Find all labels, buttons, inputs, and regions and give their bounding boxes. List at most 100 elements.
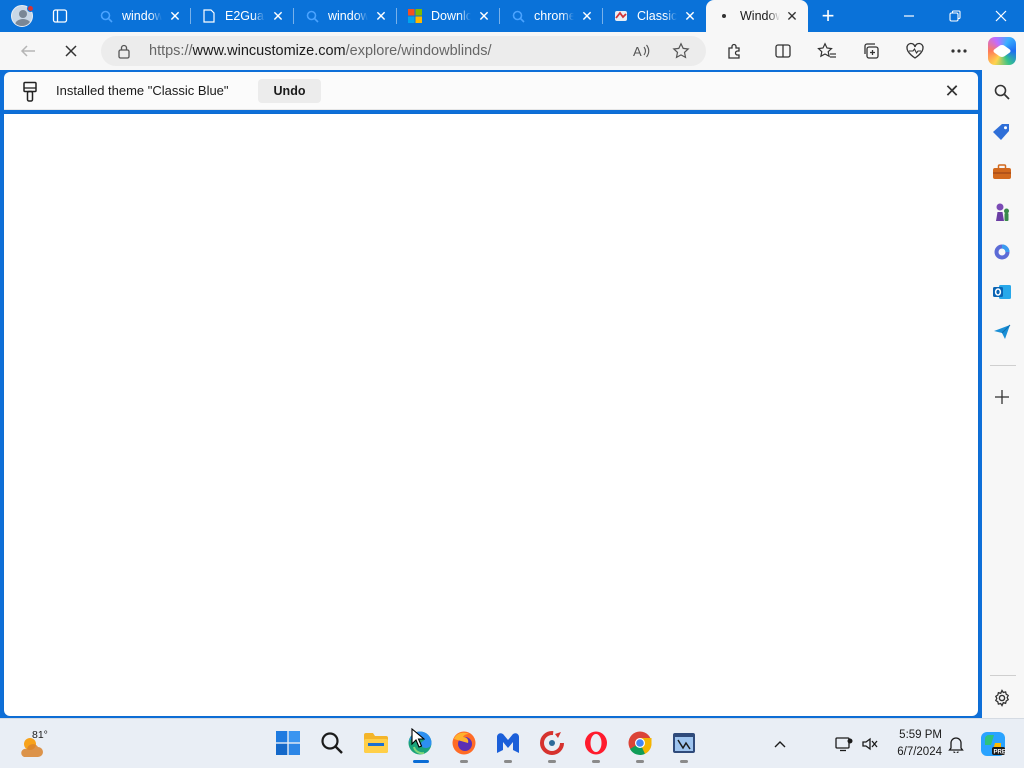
running-indicator: [680, 760, 688, 763]
windows-logo-icon: [276, 731, 300, 755]
tab-strip: windows ✕ E2Guardian ✕ windows ✕ Downloa…: [0, 0, 1024, 32]
running-indicator: [592, 760, 600, 763]
copilot-pre-icon[interactable]: PRE: [980, 731, 1006, 757]
profile-button[interactable]: [6, 0, 38, 32]
malwarebytes-icon: [497, 733, 519, 753]
tab-title: Download: [431, 9, 471, 23]
lock-icon[interactable]: [117, 43, 131, 62]
url-text[interactable]: https://www.wincustomize.com/explore/win…: [149, 43, 492, 59]
games-chess-icon[interactable]: [988, 198, 1016, 226]
tab-title: windows: [328, 9, 368, 23]
taskbar-search-button[interactable]: [314, 725, 350, 761]
sidebar-search-icon[interactable]: [988, 78, 1016, 106]
puzzle-icon: [728, 43, 740, 59]
favorites-button[interactable]: [811, 35, 843, 67]
chrome-icon: [628, 731, 652, 755]
browser-tab[interactable]: windows ✕: [88, 0, 191, 32]
active-browser-tab[interactable]: WindowBlinds ✕: [706, 0, 808, 32]
favorite-star-icon[interactable]: [669, 39, 693, 63]
running-indicator: [636, 760, 644, 763]
browser-tab[interactable]: Download ✕: [397, 0, 500, 32]
more-dots-icon: [951, 49, 967, 53]
read-aloud-icon[interactable]: A: [629, 39, 653, 63]
tab-title: WindowBlinds: [740, 9, 780, 23]
notifications-bell-icon[interactable]: [946, 734, 966, 754]
edge-sidebar: [982, 70, 1024, 718]
chrome-taskbar-button[interactable]: [622, 725, 658, 763]
heart-pulse-icon: [906, 42, 924, 59]
clock-time[interactable]: 5:59 PM: [890, 729, 942, 741]
file-explorer-button[interactable]: [358, 725, 394, 761]
notification-dot: [27, 5, 34, 12]
ccleaner-icon: [540, 731, 564, 755]
url-path: /explore/windowblinds/: [345, 43, 492, 59]
browser-toolbar: https://www.wincustomize.com/explore/win…: [0, 32, 1024, 70]
opera-taskbar-button[interactable]: [578, 725, 614, 763]
firefox-taskbar-button[interactable]: [446, 725, 482, 763]
browser-tab[interactable]: windows ✕: [294, 0, 397, 32]
search-icon: [510, 8, 526, 24]
tools-briefcase-icon[interactable]: [988, 158, 1016, 186]
extensions-button[interactable]: [719, 35, 751, 67]
svg-text:A: A: [633, 44, 642, 59]
collections-icon: [864, 43, 879, 59]
send-paper-plane-icon[interactable]: [988, 318, 1016, 346]
close-tab-icon[interactable]: ✕: [270, 8, 286, 24]
collections-button[interactable]: [855, 35, 887, 67]
ccleaner-taskbar-button[interactable]: [534, 725, 570, 763]
settings-and-more-button[interactable]: [943, 35, 975, 67]
start-button[interactable]: [270, 725, 306, 761]
split-screen-icon: [775, 44, 791, 58]
weather-temperature: 81°: [32, 729, 48, 741]
microsoft-logo-icon: [407, 8, 423, 24]
search-icon: [304, 8, 320, 24]
svg-text:PRE: PRE: [994, 750, 1006, 756]
close-tab-icon[interactable]: ✕: [579, 8, 595, 24]
new-tab-button[interactable]: +: [812, 0, 844, 32]
browser-tab[interactable]: E2Guardian ✕: [191, 0, 294, 32]
minimize-icon: [904, 15, 914, 17]
outlook-icon[interactable]: [988, 278, 1016, 306]
close-icon: [995, 10, 1007, 22]
clock-date[interactable]: 6/7/2024: [888, 746, 942, 758]
network-display-icon[interactable]: [834, 734, 854, 754]
close-tab-icon[interactable]: ✕: [476, 8, 492, 24]
microsoft-365-icon[interactable]: [988, 238, 1016, 266]
browser-tab[interactable]: Classic ✕: [603, 0, 706, 32]
url-host: www.wincustomize.com: [192, 43, 346, 59]
sidebar-divider: [990, 675, 1016, 676]
sidebar-settings-gear-icon[interactable]: [988, 684, 1016, 712]
running-indicator: [504, 760, 512, 763]
add-sidebar-app-icon[interactable]: [988, 383, 1016, 411]
copilot-icon[interactable]: [988, 37, 1016, 65]
browser-essentials-button[interactable]: [899, 35, 931, 67]
stop-loading-button[interactable]: [55, 35, 87, 67]
malwarebytes-taskbar-button[interactable]: [490, 725, 526, 763]
browser-tab[interactable]: chrome ✕: [500, 0, 603, 32]
back-button[interactable]: [12, 35, 44, 67]
close-icon[interactable]: ✕: [941, 80, 963, 102]
windows-taskbar: 81° 5:59 PM 6/7/2024 PRE: [0, 718, 1024, 768]
close-tab-icon[interactable]: ✕: [373, 8, 389, 24]
show-hidden-icons-chevron-up-icon[interactable]: [770, 734, 790, 754]
close-window-button[interactable]: [978, 0, 1024, 32]
mouse-cursor: [411, 727, 426, 751]
document-icon: [201, 8, 217, 24]
undo-button[interactable]: Undo: [258, 79, 321, 103]
restore-button[interactable]: [932, 0, 978, 32]
tab-actions-button[interactable]: [44, 0, 76, 32]
url-scheme: https://: [149, 43, 193, 59]
restore-icon: [949, 10, 961, 22]
app-taskbar-button[interactable]: [666, 725, 702, 763]
close-tab-icon[interactable]: ✕: [167, 8, 183, 24]
favorites-list-icon: [817, 42, 836, 58]
volume-muted-icon[interactable]: [860, 734, 880, 754]
running-indicator: [548, 760, 556, 763]
split-screen-button[interactable]: [767, 35, 799, 67]
close-tab-icon[interactable]: ✕: [784, 8, 800, 24]
tab-title: E2Guardian: [225, 9, 265, 23]
minimize-button[interactable]: [886, 0, 932, 32]
shopping-tag-icon[interactable]: [988, 118, 1016, 146]
address-bar[interactable]: https://www.wincustomize.com/explore/win…: [101, 36, 706, 66]
close-tab-icon[interactable]: ✕: [682, 8, 698, 24]
